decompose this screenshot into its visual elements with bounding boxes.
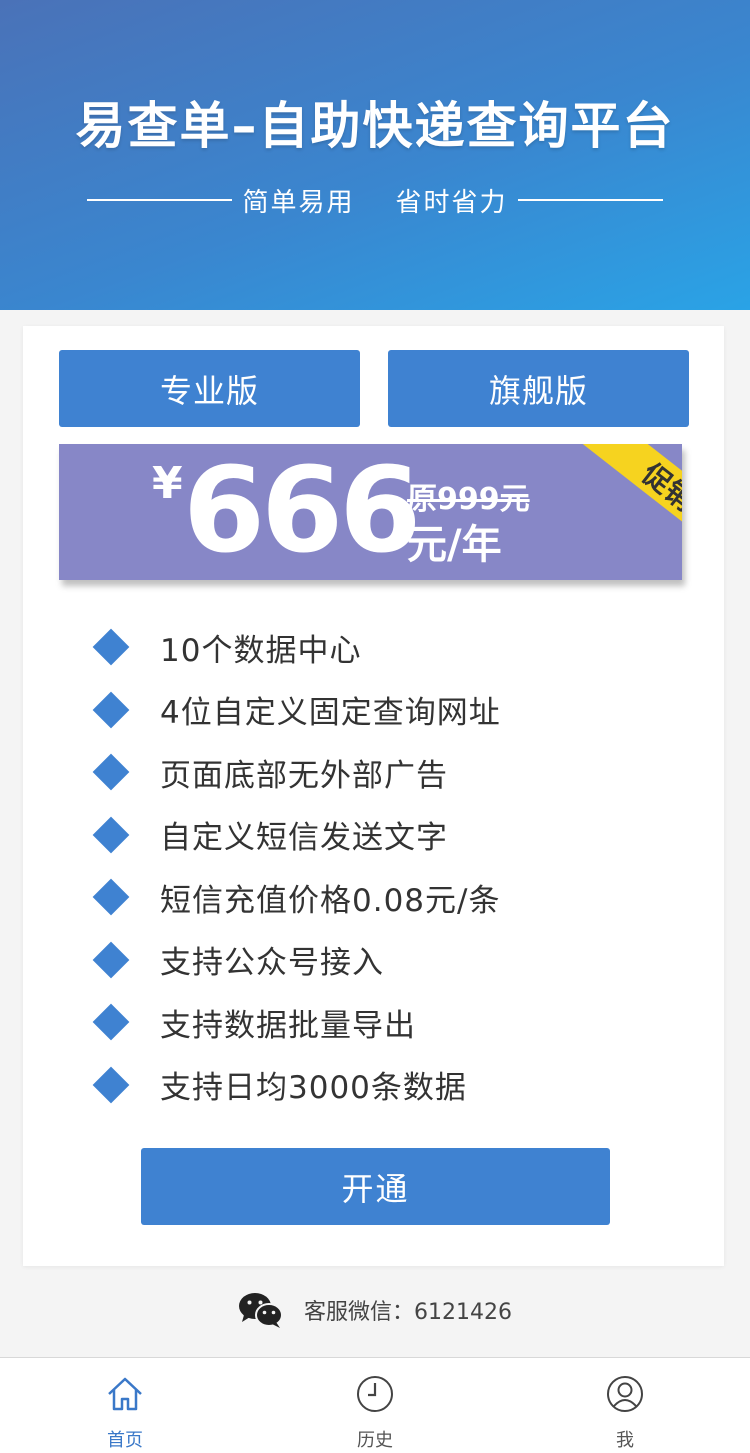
diamond-bullet-icon [92, 941, 130, 979]
price-unit: 元/年 [407, 522, 502, 568]
header-banner: 易查单–自助快递查询平台 简单易用 省时省力 [0, 0, 750, 310]
nav-home[interactable]: 首页 [0, 1358, 250, 1453]
list-item: 短信充值价格0.08元/条 [92, 866, 673, 929]
nav-me[interactable]: 我 [500, 1358, 750, 1453]
contact-text: 客服微信：6121426 [304, 1300, 512, 1325]
list-item: 自定义短信发送文字 [92, 804, 673, 867]
price-box: ¥ 666 原999元 元/年 促销 [59, 444, 682, 580]
diamond-bullet-icon [92, 816, 130, 854]
home-icon [108, 1377, 142, 1411]
open-button[interactable]: 开通 [141, 1148, 610, 1225]
subtitle-text: 简单易用 省时省力 [242, 187, 508, 218]
diamond-bullet-icon [92, 1066, 130, 1104]
clock-icon [357, 1376, 393, 1412]
feature-text: 支持公众号接入 [160, 945, 384, 982]
nav-history[interactable]: 历史 [250, 1358, 500, 1453]
diamond-bullet-icon [92, 1003, 130, 1041]
plan-card: 专业版 旗舰版 ¥ 666 原999元 元/年 促销 10个数据中心 4位自定义… [23, 326, 724, 1266]
list-item: 4位自定义固定查询网址 [92, 679, 673, 742]
list-item: 10个数据中心 [92, 616, 673, 679]
price-amount: 666 [183, 444, 421, 579]
feature-text: 短信充值价格0.08元/条 [160, 882, 501, 919]
list-item: 支持数据批量导出 [92, 991, 673, 1054]
feature-text: 10个数据中心 [160, 632, 362, 669]
wechat-icon [239, 1293, 283, 1328]
diamond-bullet-icon [92, 628, 130, 666]
nav-me-label: 我 [616, 1430, 634, 1451]
currency-symbol: ¥ [152, 458, 183, 509]
feature-text: 页面底部无外部广告 [160, 757, 448, 794]
user-icon [607, 1376, 643, 1412]
nav-home-label: 首页 [107, 1430, 143, 1451]
flagship-plan-button[interactable]: 旗舰版 [388, 350, 689, 427]
nav-history-label: 历史 [357, 1430, 393, 1451]
page-title: 易查单–自助快递查询平台 [75, 97, 675, 155]
feature-text: 支持日均3000条数据 [160, 1070, 467, 1107]
divider-left [87, 199, 233, 201]
diamond-bullet-icon [92, 753, 130, 791]
feature-list: 10个数据中心 4位自定义固定查询网址 页面底部无外部广告 自定义短信发送文字 … [92, 616, 673, 1117]
divider-right [517, 199, 663, 201]
list-item: 页面底部无外部广告 [92, 741, 673, 804]
promo-badge: 促销 [577, 444, 682, 564]
feature-text: 自定义短信发送文字 [160, 820, 448, 857]
page: 易查单–自助快递查询平台 简单易用 省时省力 专业版 旗舰版 ¥ 666 原99… [0, 0, 750, 1453]
feature-text: 4位自定义固定查询网址 [160, 695, 501, 732]
pro-plan-button[interactable]: 专业版 [59, 350, 360, 427]
diamond-bullet-icon [92, 878, 130, 916]
diamond-bullet-icon [92, 691, 130, 729]
header-subtitle: 简单易用 省时省力 [0, 180, 750, 220]
bottom-nav: 首页 历史 我 [0, 1357, 750, 1453]
list-item: 支持日均3000条数据 [92, 1054, 673, 1117]
customer-service-contact: 客服微信：6121426 [0, 1288, 750, 1332]
list-item: 支持公众号接入 [92, 929, 673, 992]
feature-text: 支持数据批量导出 [160, 1007, 416, 1044]
